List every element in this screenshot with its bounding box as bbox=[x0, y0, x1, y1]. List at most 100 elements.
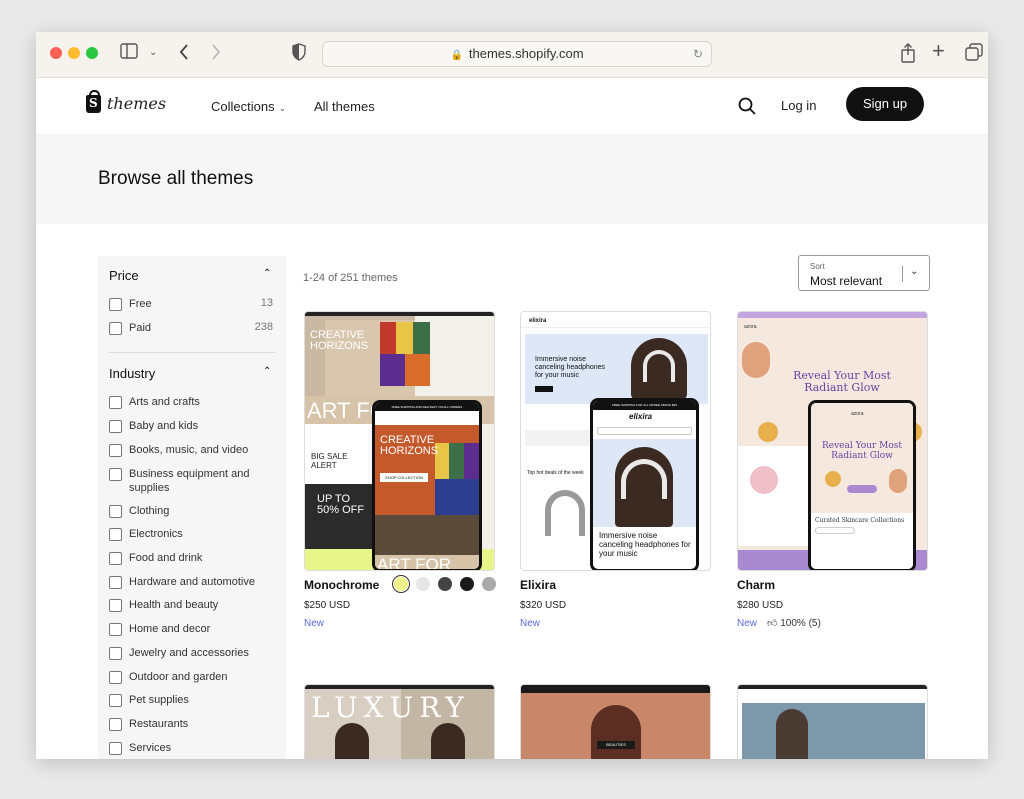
thumbs-up-icon: 👍︎ bbox=[767, 618, 778, 629]
swatch-3[interactable] bbox=[438, 577, 452, 591]
site-header: themes Collections⌄ All themes Log in Si… bbox=[36, 78, 988, 134]
filter-industry-business-equipment[interactable]: Business equipment and supplies bbox=[109, 467, 273, 495]
theme-name[interactable]: Monochrome bbox=[304, 578, 379, 592]
filter-industry-health-beauty[interactable]: Health and beauty bbox=[109, 598, 273, 612]
tab-overview-icon[interactable] bbox=[965, 43, 983, 65]
checkbox[interactable] bbox=[109, 694, 122, 707]
share-icon[interactable] bbox=[900, 43, 916, 67]
checkbox[interactable] bbox=[109, 396, 122, 409]
checkbox[interactable] bbox=[109, 623, 122, 636]
filter-price-free[interactable]: Free 13 bbox=[109, 297, 273, 311]
filter-industry-home-decor[interactable]: Home and decor bbox=[109, 622, 273, 636]
maximize-window-button[interactable] bbox=[86, 47, 98, 59]
filter-industry-outdoor-garden[interactable]: Outdoor and garden bbox=[109, 670, 273, 684]
close-window-button[interactable] bbox=[50, 47, 62, 59]
login-link[interactable]: Log in bbox=[781, 98, 816, 113]
filter-industry-books-music-video[interactable]: Books, music, and video bbox=[109, 443, 273, 457]
filter-industry-services[interactable]: Services bbox=[109, 741, 273, 755]
theme-preview-image[interactable] bbox=[737, 684, 928, 759]
chevron-up-icon[interactable]: ⌃ bbox=[263, 268, 271, 279]
sidebar-toggle-icon[interactable] bbox=[120, 43, 138, 63]
address-bar[interactable]: 🔒 themes.shopify.com ↻ bbox=[322, 41, 712, 67]
theme-preview-image[interactable]: elixira Immersive noise canceling headph… bbox=[520, 311, 711, 571]
preview-headline: Reveal Your Most Radiant Glow bbox=[793, 369, 891, 394]
filter-industry-food-and-drink[interactable]: Food and drink bbox=[109, 551, 273, 565]
headphones-icon bbox=[545, 490, 585, 536]
checkbox[interactable] bbox=[109, 420, 122, 433]
shopify-bag-icon bbox=[86, 89, 101, 113]
nav-collections[interactable]: Collections ⌄ bbox=[211, 99, 286, 114]
filter-industry-electronics[interactable]: Electronics bbox=[109, 527, 273, 541]
checkbox[interactable] bbox=[109, 671, 122, 684]
signup-button[interactable]: Sign up bbox=[846, 87, 924, 121]
preview-headline: LUXURY bbox=[311, 691, 470, 724]
checkbox[interactable] bbox=[109, 444, 122, 457]
shopify-themes-logo[interactable]: themes bbox=[86, 89, 166, 113]
theme-price: $320 USD bbox=[520, 600, 567, 611]
filter-price-paid[interactable]: Paid 238 bbox=[109, 321, 273, 335]
minimize-window-button[interactable] bbox=[68, 47, 80, 59]
phone-preview-collections: Curated Skincare Collections bbox=[815, 517, 905, 524]
swatch-1[interactable] bbox=[392, 575, 410, 593]
filter-industry-baby-and-kids[interactable]: Baby and kids bbox=[109, 419, 273, 433]
forward-icon[interactable] bbox=[210, 43, 222, 65]
chevron-up-icon[interactable]: ⌃ bbox=[263, 366, 271, 377]
page-hero: Browse all themes bbox=[36, 134, 988, 224]
checkbox[interactable] bbox=[109, 528, 122, 541]
phone-mockup: azora Reveal Your Most Radiant Glow Cura… bbox=[808, 400, 916, 570]
checkbox[interactable] bbox=[109, 718, 122, 731]
preview-heading: CREATIVE HORIZONS bbox=[310, 329, 369, 352]
results-count: 1-24 of 251 themes bbox=[303, 272, 398, 284]
filter-industry-restaurants[interactable]: Restaurants bbox=[109, 717, 273, 731]
checkbox[interactable] bbox=[109, 552, 122, 565]
browser-toolbar: ⌄ 🔒 themes.shopify.com ↻ + bbox=[36, 32, 988, 78]
chevron-down-icon: ⌄ bbox=[910, 266, 919, 277]
phone-preview-footer: ART FOR bbox=[377, 555, 451, 571]
filter-industry-hardware-automotive[interactable]: Hardware and automotive bbox=[109, 575, 273, 589]
filter-industry-arts-and-crafts[interactable]: Arts and crafts bbox=[109, 395, 273, 409]
filter-industry-clothing[interactable]: Clothing bbox=[109, 504, 273, 518]
theme-card-6[interactable] bbox=[737, 684, 928, 759]
filter-industry-jewelry-accessories[interactable]: Jewelry and accessories bbox=[109, 646, 273, 660]
theme-card-4[interactable]: LUXURY bbox=[304, 684, 495, 759]
swatch-5[interactable] bbox=[482, 577, 496, 591]
filter-industry-title[interactable]: Industry bbox=[109, 366, 155, 381]
theme-preview-image[interactable]: azora Reveal Your Most Radiant Glow azor… bbox=[737, 311, 928, 571]
preview-headline: BEAUTIES bbox=[597, 741, 635, 749]
color-swatches bbox=[392, 575, 496, 593]
preview-offer: UP TO 50% OFF bbox=[317, 493, 365, 516]
new-badge: New bbox=[737, 618, 758, 629]
theme-preview-image[interactable]: BEAUTIES bbox=[520, 684, 711, 759]
theme-preview-image[interactable]: LUXURY bbox=[304, 684, 495, 759]
new-tab-icon[interactable]: + bbox=[932, 40, 945, 62]
checkbox[interactable] bbox=[109, 505, 122, 518]
theme-card-5[interactable]: BEAUTIES bbox=[520, 684, 711, 759]
checkbox[interactable] bbox=[109, 298, 122, 311]
nav-all-themes[interactable]: All themes bbox=[314, 99, 375, 114]
phone-preview-heading: CREATIVE HORIZONS bbox=[380, 434, 439, 457]
sort-select[interactable]: Sort Most relevant ⌄ bbox=[798, 255, 930, 291]
url-text: themes.shopify.com bbox=[468, 46, 584, 61]
page-title: Browse all themes bbox=[98, 168, 254, 189]
privacy-shield-icon[interactable] bbox=[292, 43, 306, 65]
reload-icon[interactable]: ↻ bbox=[693, 42, 703, 66]
swatch-2[interactable] bbox=[416, 577, 430, 591]
checkbox[interactable] bbox=[109, 322, 122, 335]
chevron-down-icon[interactable]: ⌄ bbox=[149, 43, 157, 63]
back-icon[interactable] bbox=[178, 43, 190, 65]
checkbox[interactable] bbox=[109, 599, 122, 612]
search-icon[interactable] bbox=[738, 97, 756, 115]
phone-mockup: FREE SHIPPING FOR ALL ORDER ABOVE $99 el… bbox=[590, 398, 699, 570]
browser-window: ⌄ 🔒 themes.shopify.com ↻ + themes Collect… bbox=[36, 32, 988, 759]
filter-industry-pet-supplies[interactable]: Pet supplies bbox=[109, 693, 273, 707]
swatch-4[interactable] bbox=[460, 577, 474, 591]
checkbox[interactable] bbox=[109, 468, 122, 481]
divider bbox=[109, 352, 275, 353]
theme-name[interactable]: Elixira bbox=[520, 578, 556, 592]
filter-price-title[interactable]: Price bbox=[109, 268, 139, 283]
checkbox[interactable] bbox=[109, 647, 122, 660]
theme-preview-image[interactable]: CREATIVE HORIZONS ART FO BIG SALE ALERT … bbox=[304, 311, 495, 571]
checkbox[interactable] bbox=[109, 576, 122, 589]
checkbox[interactable] bbox=[109, 742, 122, 755]
theme-name[interactable]: Charm bbox=[737, 578, 775, 592]
